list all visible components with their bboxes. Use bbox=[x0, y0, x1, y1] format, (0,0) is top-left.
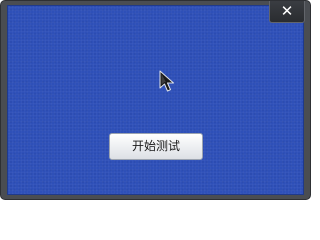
test-area[interactable] bbox=[7, 5, 304, 195]
dialog-window: ✕ 开始测试 bbox=[0, 0, 311, 200]
start-test-button[interactable]: 开始测试 bbox=[109, 133, 203, 160]
close-button[interactable]: ✕ bbox=[269, 1, 305, 23]
mouse-pointer-icon bbox=[159, 70, 174, 92]
start-test-button-label: 开始测试 bbox=[131, 139, 180, 153]
close-icon: ✕ bbox=[280, 2, 294, 20]
